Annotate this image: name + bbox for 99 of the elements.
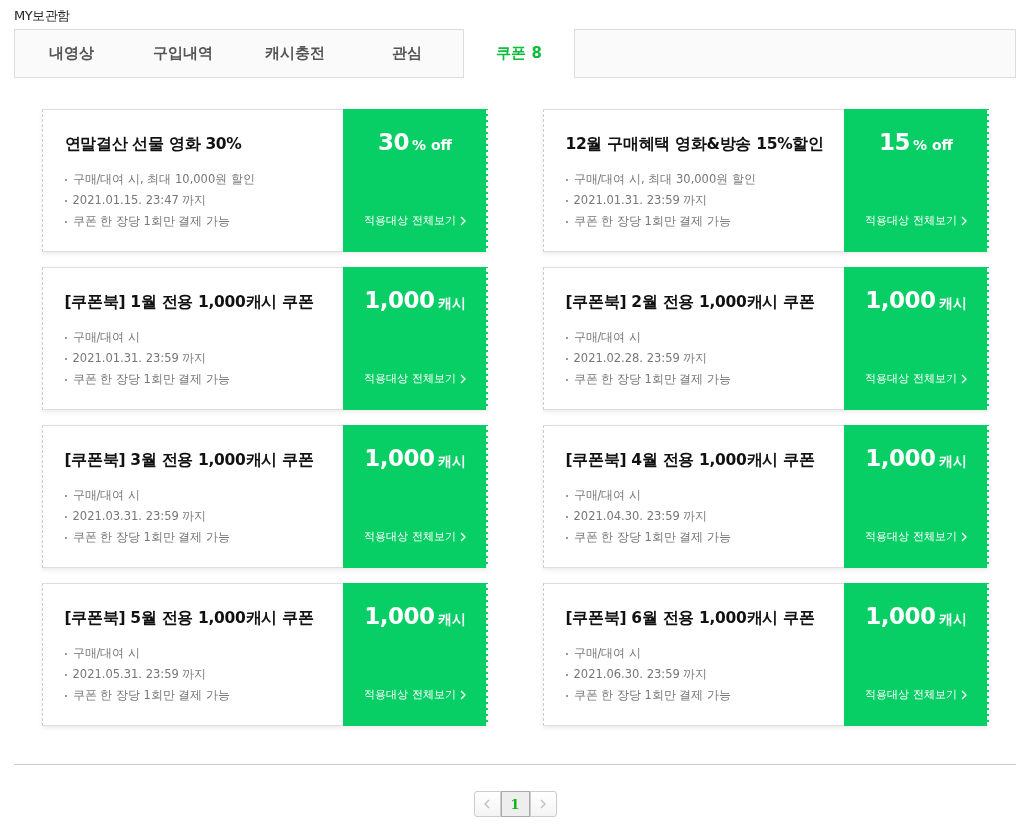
view-targets-link[interactable]: 적용대상 전체보기 xyxy=(865,529,967,544)
coupon-unit: 캐시 xyxy=(938,295,967,313)
bullet-icon xyxy=(64,515,67,518)
bullet-icon xyxy=(565,494,568,497)
bullet-icon xyxy=(565,336,568,339)
coupon-amount: 30 xyxy=(378,129,410,155)
chevron-right-icon xyxy=(540,799,546,809)
page-button[interactable]: 1 xyxy=(500,791,530,817)
coupon-amount: 1,000 xyxy=(364,603,435,629)
coupon-title: [쿠폰북] 3월 전용 1,000캐시 쿠폰 xyxy=(64,450,315,471)
bullet-icon xyxy=(64,652,67,655)
bullet-icon xyxy=(565,178,568,181)
chevron-left-icon xyxy=(484,799,490,809)
coupon-detail: 2021.03.31. 23:59 까지 xyxy=(72,508,207,525)
coupon-amount: 1,000 xyxy=(865,603,936,629)
chevron-right-icon xyxy=(459,215,466,226)
bullet-icon xyxy=(64,536,67,539)
chevron-right-icon xyxy=(459,531,466,542)
coupon-unit: 캐시 xyxy=(437,295,466,313)
coupon-detail: 구매/대여 시, 최대 30,000원 할인 xyxy=(573,171,756,188)
coupon-unit: 캐시 xyxy=(437,611,466,629)
coupon-detail: 구매/대여 시 xyxy=(72,645,141,662)
chevron-right-icon xyxy=(960,531,967,542)
coupon-detail: 쿠폰 한 장당 1회만 결제 가능 xyxy=(72,529,231,546)
coupon-detail: 구매/대여 시 xyxy=(573,645,642,662)
coupon-detail: 쿠폰 한 장당 1회만 결제 가능 xyxy=(72,687,231,704)
coupon-detail: 구매/대여 시 xyxy=(72,329,141,346)
coupon-detail: 2021.04.30. 23:59 까지 xyxy=(573,508,708,525)
coupon-title: [쿠폰북] 2월 전용 1,000캐시 쿠폰 xyxy=(565,292,816,313)
coupon-amount: 15 xyxy=(879,129,911,155)
bullet-icon xyxy=(565,536,568,539)
bullet-icon xyxy=(64,199,67,202)
coupon-detail: 쿠폰 한 장당 1회만 결제 가능 xyxy=(573,371,732,388)
tab[interactable]: 관심 xyxy=(351,30,463,77)
bullet-icon xyxy=(565,694,568,697)
chevron-right-icon xyxy=(960,689,967,700)
coupon-detail: 구매/대여 시 xyxy=(72,487,141,504)
coupon-title: 연말결산 선물 영화 30% xyxy=(64,134,243,155)
bullet-icon xyxy=(64,336,67,339)
tab[interactable]: 내영상 xyxy=(15,30,127,77)
chevron-right-icon xyxy=(459,689,466,700)
coupon-title: [쿠폰북] 6월 전용 1,000캐시 쿠폰 xyxy=(565,608,816,629)
chevron-right-icon xyxy=(960,215,967,226)
previous-page-button[interactable] xyxy=(473,791,501,817)
coupon-amount: 1,000 xyxy=(865,287,936,313)
bullet-icon xyxy=(565,357,568,360)
view-targets-link[interactable]: 적용대상 전체보기 xyxy=(865,687,967,702)
coupon-detail: 2021.01.15. 23:47 까지 xyxy=(72,192,207,209)
coupon-detail: 구매/대여 시 xyxy=(573,329,642,346)
coupon-unit: 캐시 xyxy=(437,453,466,471)
coupon-title: [쿠폰북] 5월 전용 1,000캐시 쿠폰 xyxy=(64,608,315,629)
next-page-button[interactable] xyxy=(529,791,557,817)
coupon-detail: 2021.01.31. 23:59 까지 xyxy=(573,192,708,209)
coupon-detail: 구매/대여 시 xyxy=(573,487,642,504)
view-targets-link[interactable]: 적용대상 전체보기 xyxy=(364,687,466,702)
bullet-icon xyxy=(64,357,67,360)
coupon-detail: 2021.06.30. 23:59 까지 xyxy=(573,666,708,683)
coupon-title: [쿠폰북] 4월 전용 1,000캐시 쿠폰 xyxy=(565,450,816,471)
bullet-icon xyxy=(565,515,568,518)
chevron-right-icon xyxy=(960,373,967,384)
coupon-detail: 2021.01.31. 23:59 까지 xyxy=(72,350,207,367)
coupon-detail: 2021.05.31. 23:59 까지 xyxy=(72,666,207,683)
coupon-detail: 쿠폰 한 장당 1회만 결제 가능 xyxy=(72,371,231,388)
bullet-icon xyxy=(64,378,67,381)
coupon-unit: 캐시 xyxy=(938,453,967,471)
coupon-detail: 쿠폰 한 장당 1회만 결제 가능 xyxy=(573,529,732,546)
bullet-icon xyxy=(565,652,568,655)
coupon-detail: 쿠폰 한 장당 1회만 결제 가능 xyxy=(573,687,732,704)
chevron-right-icon xyxy=(459,373,466,384)
coupon-detail: 구매/대여 시, 최대 10,000원 할인 xyxy=(72,171,255,188)
tab[interactable]: 쿠폰 8 xyxy=(463,29,575,78)
page-title: MY보관함 xyxy=(14,7,71,25)
coupon-unit: 캐시 xyxy=(938,611,967,629)
coupon-title: [쿠폰북] 1월 전용 1,000캐시 쿠폰 xyxy=(64,292,315,313)
bullet-icon xyxy=(565,220,568,223)
bullet-icon xyxy=(64,494,67,497)
coupon-unit: % off xyxy=(913,137,953,153)
bullet-icon xyxy=(64,673,67,676)
coupon-detail: 쿠폰 한 장당 1회만 결제 가능 xyxy=(573,213,732,230)
tab[interactable]: 구입내역 xyxy=(127,30,239,77)
bullet-icon xyxy=(64,178,67,181)
coupon-unit: % off xyxy=(412,137,452,153)
tab[interactable]: 캐시충전 xyxy=(239,30,351,77)
view-targets-link[interactable]: 적용대상 전체보기 xyxy=(865,213,967,228)
view-targets-link[interactable]: 적용대상 전체보기 xyxy=(364,213,466,228)
bullet-icon xyxy=(64,694,67,697)
bullet-icon xyxy=(565,199,568,202)
view-targets-link[interactable]: 적용대상 전체보기 xyxy=(865,371,967,386)
bullet-icon xyxy=(565,673,568,676)
view-targets-link[interactable]: 적용대상 전체보기 xyxy=(364,371,466,386)
bullet-icon xyxy=(64,220,67,223)
coupon-detail: 쿠폰 한 장당 1회만 결제 가능 xyxy=(72,213,231,230)
coupon-amount: 1,000 xyxy=(364,445,435,471)
coupon-detail: 2021.02.28. 23:59 까지 xyxy=(573,350,708,367)
view-targets-link[interactable]: 적용대상 전체보기 xyxy=(364,529,466,544)
bullet-icon xyxy=(565,378,568,381)
coupon-amount: 1,000 xyxy=(364,287,435,313)
coupon-title: 12월 구매혜택 영화&방송 15%할인 xyxy=(565,134,825,155)
coupon-amount: 1,000 xyxy=(865,445,936,471)
